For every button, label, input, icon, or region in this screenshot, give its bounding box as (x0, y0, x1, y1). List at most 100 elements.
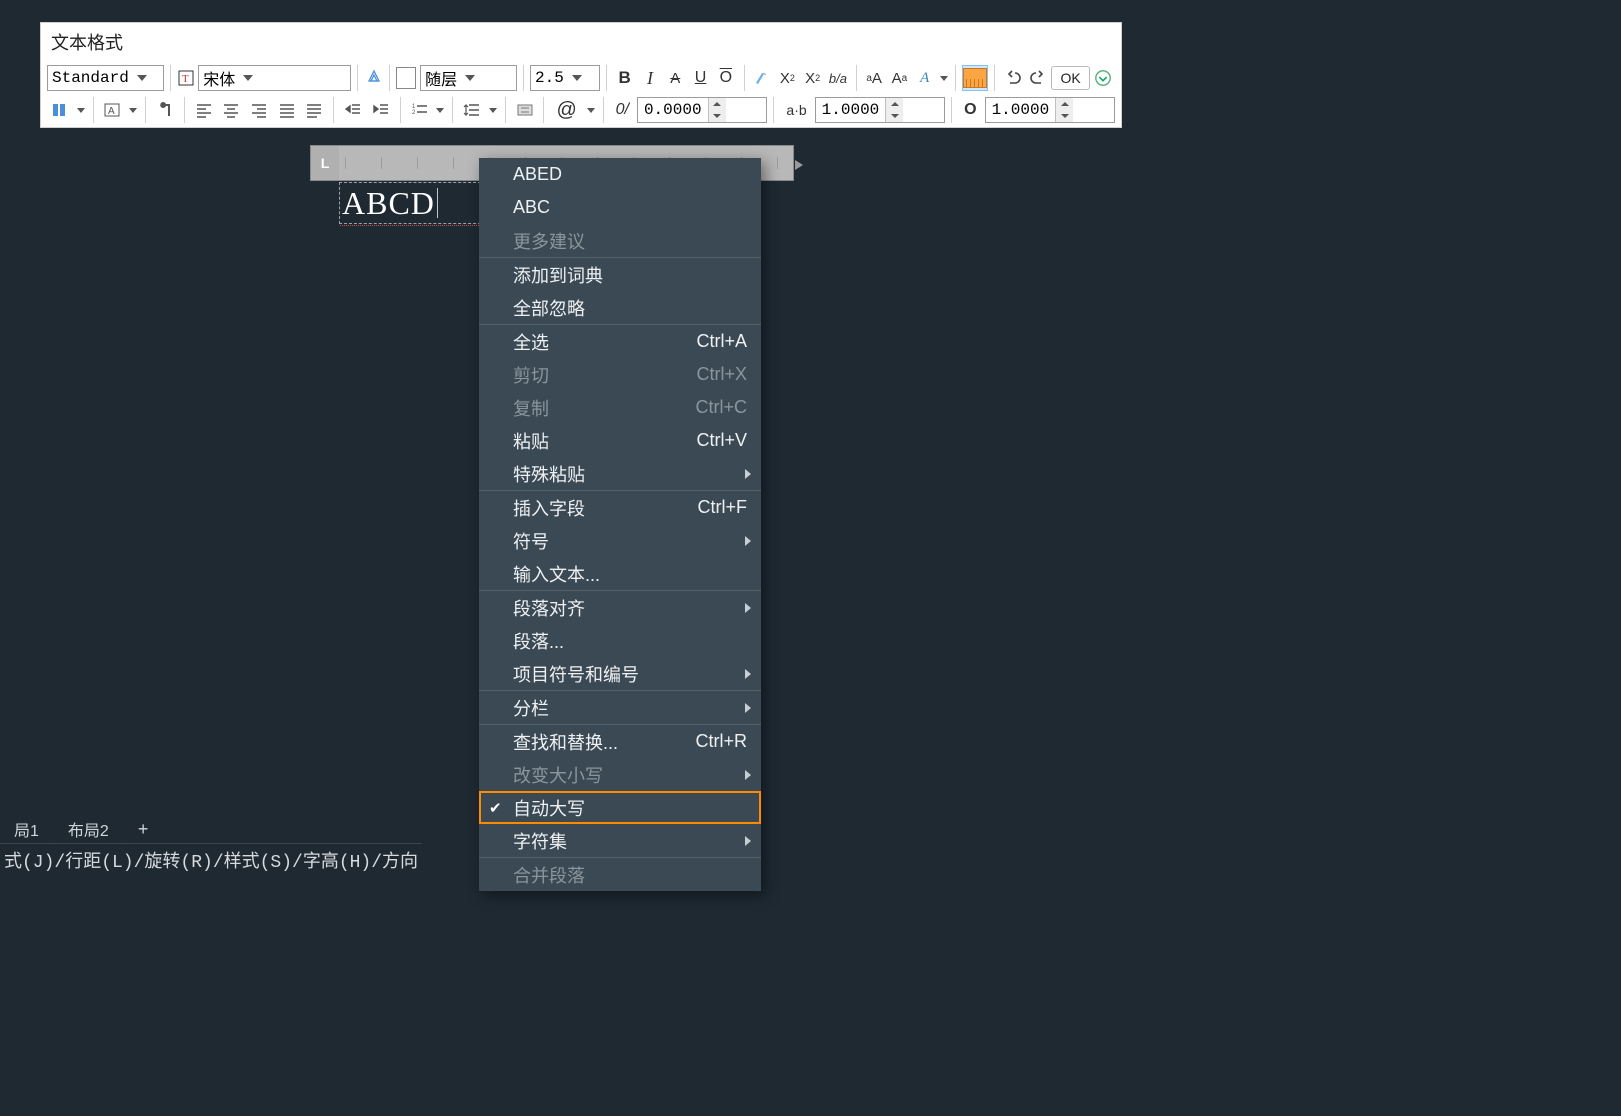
svg-text:T: T (182, 73, 189, 85)
tab-layout2[interactable]: 布局2 (54, 813, 124, 845)
menu-paragraph[interactable]: 段落... (479, 624, 761, 657)
color-value: 随层 (421, 66, 461, 90)
layout-tabs: 局1 布局2 + (0, 815, 163, 843)
width-factor-label: O (958, 97, 982, 123)
text-height-combo[interactable]: 2.5 (530, 65, 600, 91)
text-style-combo[interactable]: Standard (47, 65, 164, 91)
menu-more-suggestions: 更多建议 (479, 224, 761, 257)
font-combo[interactable]: 宋体 (198, 65, 351, 91)
clear-format-icon[interactable] (750, 65, 773, 91)
menu-spell-suggestion-1[interactable]: ABED (479, 158, 761, 191)
tracking-spinner[interactable]: 1.0000 (815, 97, 945, 123)
stack-fraction-button[interactable]: b/a (826, 65, 849, 91)
numbered-list-dropdown[interactable] (434, 97, 446, 123)
font-value: 宋体 (199, 66, 239, 90)
tracking-value: 1.0000 (816, 98, 886, 122)
menu-ignore-all[interactable]: 全部忽略 (479, 291, 761, 324)
tab-add[interactable]: + (124, 815, 164, 844)
redo-button[interactable] (1026, 65, 1049, 91)
menu-paste-special[interactable]: 特殊粘贴 (479, 457, 761, 490)
indent-increase-button[interactable] (368, 97, 394, 123)
text-style-value: Standard (48, 69, 133, 87)
subscript-button[interactable]: X2 (801, 65, 824, 91)
menu-spell-suggestion-2[interactable]: ABC (479, 191, 761, 224)
align-left-button[interactable] (191, 97, 217, 123)
italic-button[interactable]: I (638, 65, 661, 91)
uppercase-button[interactable]: aA (862, 65, 885, 91)
menu-bullets-numbering[interactable]: 项目符号和编号 (479, 657, 761, 690)
mtext-justify-dropdown[interactable] (127, 97, 139, 123)
oblique-spinner[interactable]: 0.0000 (637, 97, 767, 123)
menu-paragraph-align[interactable]: 段落对齐 (479, 591, 761, 624)
ruler-end-marker-icon[interactable] (795, 160, 803, 170)
spinner-down-icon[interactable] (709, 110, 726, 122)
ok-button[interactable]: OK (1051, 66, 1089, 90)
columns-button[interactable] (47, 97, 73, 123)
insert-field-button[interactable] (512, 97, 538, 123)
paragraph-button[interactable] (152, 97, 178, 123)
command-line-text: 式(J)/行距(L)/旋转(R)/样式(S)/字高(H)/方向 (4, 847, 418, 873)
align-justify-button[interactable] (274, 97, 300, 123)
width-factor-spinner[interactable]: 1.0000 (985, 97, 1115, 123)
spinner-up-icon[interactable] (709, 98, 726, 110)
menu-columns[interactable]: 分栏 (479, 691, 761, 724)
svg-text:A: A (108, 106, 115, 117)
ruler-first-indent-icon[interactable]: L (311, 146, 339, 180)
menu-select-all[interactable]: 全选Ctrl+A (479, 325, 761, 358)
menu-symbol[interactable]: 符号 (479, 524, 761, 557)
menu-merge-paragraph: 合并段落 (479, 858, 761, 891)
chevron-down-icon (133, 66, 151, 90)
spinner-down-icon[interactable] (886, 110, 903, 122)
command-line[interactable]: 式(J)/行距(L)/旋转(R)/样式(S)/字高(H)/方向 (0, 843, 422, 875)
line-spacing-dropdown[interactable] (487, 97, 499, 123)
mtext-content: ABCD (342, 185, 435, 222)
menu-charset[interactable]: 字符集 (479, 824, 761, 857)
lowercase-button[interactable]: Aa (888, 65, 911, 91)
symbol-dropdown[interactable] (585, 97, 597, 123)
menu-autocaps[interactable]: 自动大写 (479, 791, 761, 824)
mtext-justify-button[interactable]: A (100, 97, 126, 123)
oblique-value: 0.0000 (638, 98, 708, 122)
menu-cut: 剪切Ctrl+X (479, 358, 761, 391)
chevron-down-icon (239, 66, 257, 90)
symbol-button[interactable]: @ (550, 97, 582, 123)
menu-add-to-dict[interactable]: 添加到词典 (479, 258, 761, 291)
menu-import-text[interactable]: 输入文本... (479, 557, 761, 590)
menu-find-replace[interactable]: 查找和替换...Ctrl+R (479, 725, 761, 758)
font-preview-button[interactable]: A (913, 65, 936, 91)
overline-button[interactable]: O (714, 65, 737, 91)
undo-button[interactable] (1001, 65, 1024, 91)
line-spacing-button[interactable] (459, 97, 485, 123)
underline-button[interactable]: U (689, 65, 712, 91)
bold-button[interactable]: B (613, 65, 636, 91)
options-button[interactable] (1092, 65, 1115, 91)
text-format-toolbar: 文本格式 Standard T 宋体 随层 2.5 B I A U O (40, 22, 1122, 128)
font-preview-dropdown[interactable] (938, 65, 949, 91)
align-right-button[interactable] (246, 97, 272, 123)
menu-insert-field[interactable]: 插入字段Ctrl+F (479, 491, 761, 524)
spinner-up-icon[interactable] (886, 98, 903, 110)
context-menu: ABED ABC 更多建议 添加到词典 全部忽略 全选Ctrl+A 剪切Ctrl… (479, 158, 761, 891)
oblique-label: 0/ (610, 97, 635, 123)
menu-copy: 复制Ctrl+C (479, 391, 761, 424)
spinner-down-icon[interactable] (1056, 110, 1073, 122)
color-swatch[interactable] (396, 67, 416, 89)
strikethrough-button[interactable]: A (664, 65, 687, 91)
superscript-button[interactable]: X2 (776, 65, 799, 91)
ruler-toggle-button[interactable] (962, 65, 988, 91)
spinner-up-icon[interactable] (1056, 98, 1073, 110)
align-center-button[interactable] (218, 97, 244, 123)
numbered-list-button[interactable]: 12 (407, 97, 433, 123)
ruler-icon (963, 68, 987, 88)
width-factor-value: 1.0000 (986, 98, 1056, 122)
columns-dropdown[interactable] (75, 97, 87, 123)
annotative-icon[interactable] (364, 65, 384, 91)
menu-paste[interactable]: 粘贴Ctrl+V (479, 424, 761, 457)
align-distribute-button[interactable] (302, 97, 328, 123)
text-cursor (437, 188, 438, 218)
indent-decrease-button[interactable] (340, 97, 366, 123)
svg-text:2: 2 (412, 110, 416, 116)
tab-layout1[interactable]: 局1 (0, 813, 54, 845)
mtext-editor[interactable]: ABCD (339, 182, 486, 224)
color-combo[interactable]: 随层 (420, 65, 517, 91)
